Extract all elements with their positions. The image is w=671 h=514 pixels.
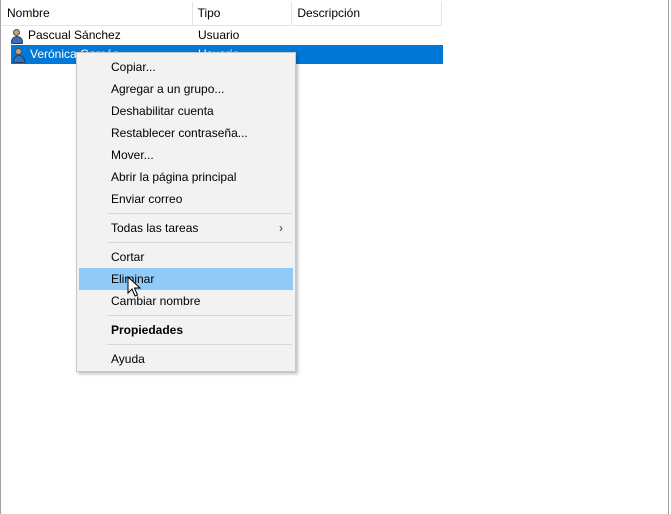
menu-item-agregar-grupo[interactable]: Agregar a un grupo... [79,78,293,100]
column-header-nombre[interactable]: Nombre [2,2,193,25]
menu-item-mover[interactable]: Mover... [79,144,293,166]
mouse-pointer-icon [127,276,141,297]
row-type-label: Usuario [198,28,240,42]
list-row-pascual[interactable]: Pascual Sánchez Usuario [9,26,442,45]
list-header: Nombre Tipo Descripción [2,2,442,26]
menu-item-restablecer-contrasena[interactable]: Restablecer contraseña... [79,122,293,144]
user-icon [11,47,27,63]
menu-item-abrir-pagina-principal[interactable]: Abrir la página principal [79,166,293,188]
menu-item-eliminar[interactable]: Eliminar [79,268,293,290]
menu-separator [107,315,292,316]
menu-separator [107,213,292,214]
menu-separator [107,344,292,345]
menu-item-todas-las-tareas[interactable]: Todas las tareas › [79,217,293,239]
menu-item-cortar[interactable]: Cortar [79,246,293,268]
menu-item-ayuda[interactable]: Ayuda [79,348,293,370]
submenu-arrow-icon: › [279,221,283,235]
menu-item-label: Todas las tareas [111,221,199,235]
menu-item-deshabilitar-cuenta[interactable]: Deshabilitar cuenta [79,100,293,122]
menu-item-propiedades[interactable]: Propiedades [79,319,293,341]
menu-item-enviar-correo[interactable]: Enviar correo [79,188,293,210]
menu-item-copiar[interactable]: Copiar... [79,56,293,78]
column-header-tipo[interactable]: Tipo [193,2,293,25]
row-name-label: Pascual Sánchez [28,28,121,42]
context-menu: Copiar... Agregar a un grupo... Deshabil… [76,52,296,372]
menu-item-cambiar-nombre[interactable]: Cambiar nombre [79,290,293,312]
column-header-descripcion[interactable]: Descripción [292,2,442,25]
user-icon [9,28,25,44]
row-name-cell: Pascual Sánchez [9,26,192,45]
menu-separator [107,242,292,243]
